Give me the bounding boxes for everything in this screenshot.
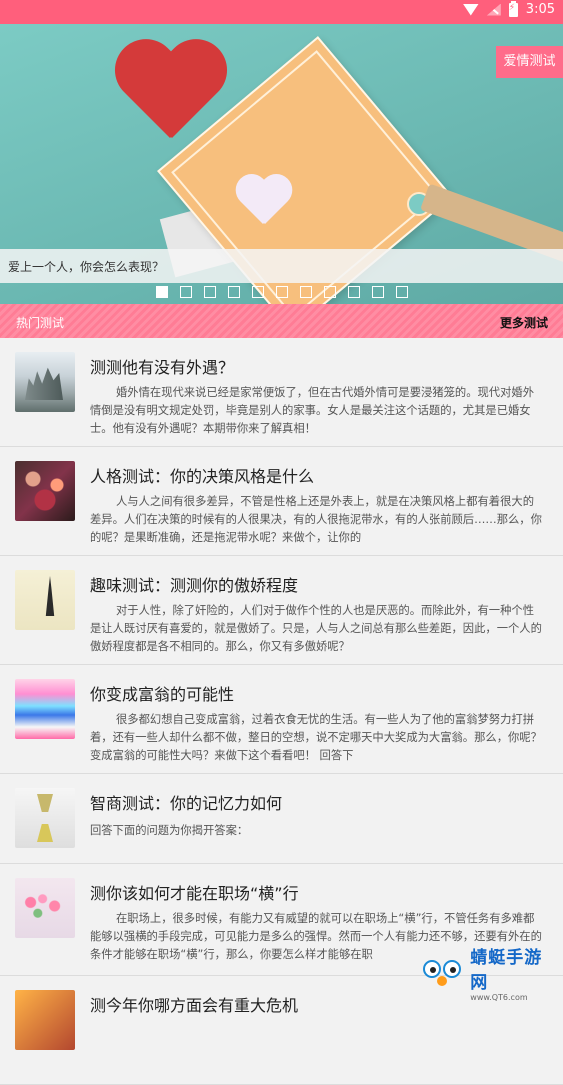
battery-charging-icon — [509, 3, 518, 17]
item-thumbnail — [15, 878, 75, 938]
item-thumbnail — [15, 679, 75, 739]
wifi-icon — [463, 4, 479, 16]
item-thumbnail — [15, 352, 75, 412]
watermark-logo: 蜻蜓手游网 www.QT6.com — [419, 950, 559, 994]
list-item[interactable]: 趣味测试：测测你的傲娇程度 对于人性，除了奸险的，人们对于做作个性的人也是厌恶的… — [0, 556, 563, 665]
item-title: 你变成富翁的可能性 — [90, 681, 234, 705]
item-title: 测你该如何才能在职场“横”行 — [90, 880, 299, 904]
dragonfly-logo-icon — [419, 952, 466, 992]
carousel-indicators — [0, 286, 563, 300]
carousel-dot[interactable] — [324, 286, 336, 298]
item-description: 很多都幻想自己变成富翁，过着衣食无忧的生活。有一些人为了他的富翁梦努力打拼着，还… — [90, 711, 542, 765]
more-tests-link[interactable]: 更多测试 — [500, 314, 548, 331]
item-description: 人与人之间有很多差异，不管是性格上还是外表上，就是在决策风格上都有着很大的差异。… — [90, 493, 542, 547]
item-title: 测今年你哪方面会有重大危机 — [90, 992, 298, 1016]
item-description: 婚外情在现代来说已经是家常便饭了，但在古代婚外情可是要浸猪笼的。现代对婚外情倒是… — [90, 384, 542, 438]
item-description: 回答下面的问题为你揭开答案： — [90, 822, 542, 840]
carousel-dot[interactable] — [156, 286, 168, 298]
item-title: 测测他有没有外遇？ — [90, 354, 234, 378]
carousel-dot[interactable] — [180, 286, 192, 298]
item-thumbnail — [15, 570, 75, 630]
section-title: 热门测试 — [16, 314, 64, 331]
carousel-dot[interactable] — [372, 286, 384, 298]
list-item[interactable]: 你变成富翁的可能性 很多都幻想自己变成富翁，过着衣食无忧的生活。有一些人为了他的… — [0, 665, 563, 774]
item-thumbnail — [15, 990, 75, 1050]
carousel-dot[interactable] — [252, 286, 264, 298]
item-description: 对于人性，除了奸险的，人们对于做作个性的人也是厌恶的。而除此外，有一种个性是让人… — [90, 602, 542, 656]
section-header: 热门测试 更多测试 — [0, 304, 563, 338]
carousel-dot[interactable] — [396, 286, 408, 298]
banner-category-tag[interactable]: 爱情测试 — [496, 46, 563, 78]
item-title: 智商测试：你的记忆力如何 — [90, 790, 282, 814]
item-title: 趣味测试：测测你的傲娇程度 — [90, 572, 298, 596]
carousel-dot[interactable] — [228, 286, 240, 298]
list-item[interactable]: 人格测试：你的决策风格是什么 人与人之间有很多差异，不管是性格上还是外表上，就是… — [0, 447, 563, 556]
carousel-dot[interactable] — [276, 286, 288, 298]
watermark-url: www.QT6.com — [470, 993, 559, 1002]
list-item[interactable]: 智商测试：你的记忆力如何 回答下面的问题为你揭开答案： — [0, 774, 563, 864]
item-title: 人格测试：你的决策风格是什么 — [90, 463, 314, 487]
banner-caption-text: 爱上一个人，你会怎么表现？ — [8, 258, 164, 275]
status-time: 3:05 — [526, 2, 555, 17]
item-thumbnail — [15, 788, 75, 848]
carousel-dot[interactable] — [348, 286, 360, 298]
no-signal-icon — [487, 4, 501, 16]
item-thumbnail — [15, 461, 75, 521]
carousel-dot[interactable] — [204, 286, 216, 298]
status-bar: 3:05 — [0, 0, 563, 24]
list-item[interactable]: 测测他有没有外遇？ 婚外情在现代来说已经是家常便饭了，但在古代婚外情可是要浸猪笼… — [0, 338, 563, 447]
white-heart-decoration — [233, 176, 293, 236]
banner-caption[interactable]: 爱上一个人，你会怎么表现？ — [0, 249, 563, 283]
watermark-name: 蜻蜓手游网 — [470, 943, 559, 993]
carousel-dot[interactable] — [300, 286, 312, 298]
